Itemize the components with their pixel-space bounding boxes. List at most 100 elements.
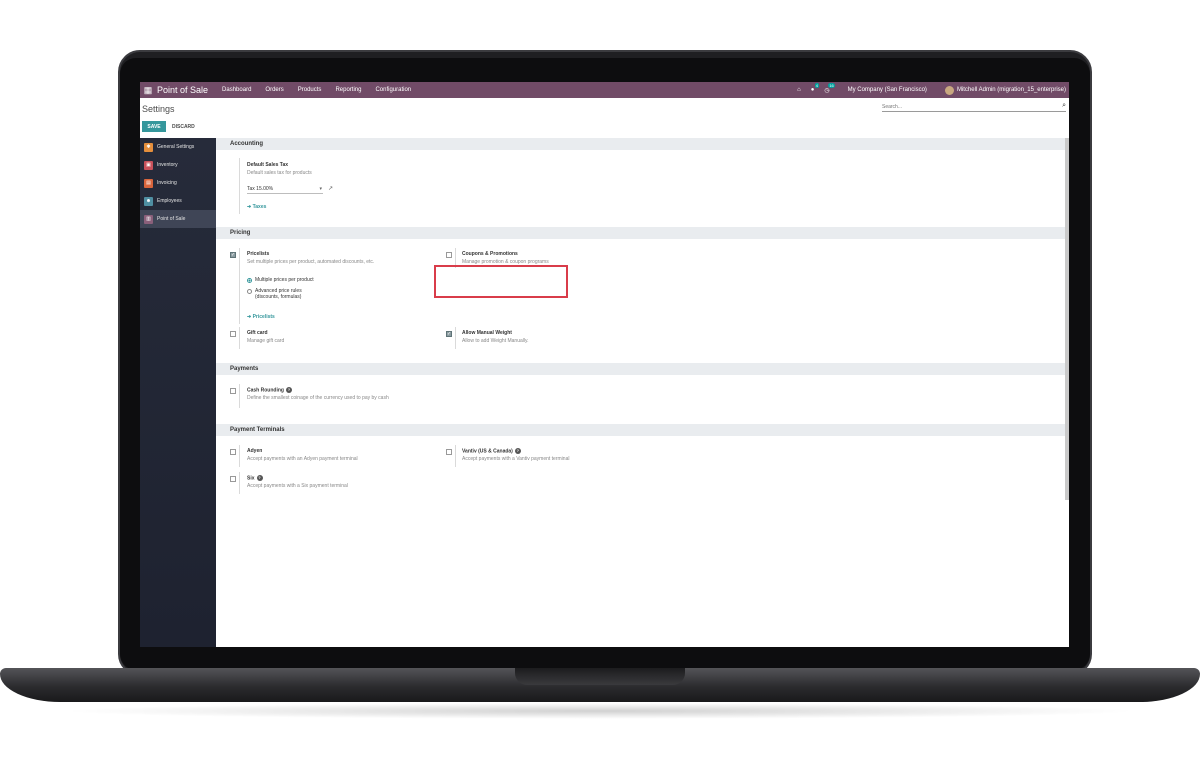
- section-payments: Payments: [216, 363, 1065, 375]
- radio-button[interactable]: [247, 289, 252, 294]
- section-payment-terminals: Payment Terminals: [216, 424, 1065, 436]
- navbar-systray: ⌂ ● 4 ◷ 16 My Company (San Francisco) Mitc…: [787, 82, 1066, 98]
- people-icon: ☻: [144, 196, 153, 206]
- setting-manual-weight: Allow Manual Weight Allow to add Weight …: [462, 330, 529, 344]
- radio-label: Multiple prices per product: [255, 277, 314, 283]
- radio-label: Advanced price rules (discounts, formula…: [255, 288, 302, 300]
- search-icon[interactable]: ⌕: [1062, 102, 1066, 110]
- laptop-notch: [515, 668, 685, 685]
- setting-divider: [239, 384, 240, 408]
- company-switcher[interactable]: My Company (San Francisco): [848, 87, 927, 93]
- discard-button[interactable]: DISCARD: [172, 121, 195, 132]
- setting-help: Allow to add Weight Manually.: [462, 338, 529, 344]
- setting-divider: [239, 327, 240, 349]
- setting-divider: [455, 327, 456, 349]
- activity-badge: 16: [828, 82, 835, 88]
- setting-cash-rounding: Cash Rounding? Define the smallest coina…: [247, 387, 389, 401]
- app-grid-icon[interactable]: ▦: [140, 82, 156, 98]
- avatar: [944, 85, 954, 95]
- user-name: Mitchell Admin (migration_15_enterprise): [956, 87, 1066, 93]
- help-icon[interactable]: ?: [285, 387, 292, 393]
- setting-six: Six? Accept payments with a Six payment …: [247, 475, 348, 489]
- setting-label: Allow Manual Weight: [462, 330, 512, 336]
- sidebar-item-general-settings[interactable]: ✱ General Settings: [140, 138, 216, 156]
- menu-products[interactable]: Products: [298, 87, 322, 93]
- menu-dashboard[interactable]: Dashboard: [222, 87, 251, 93]
- setting-label: Coupons & Promotions: [462, 251, 518, 257]
- setting-adyen: Adyen Accept payments with an Adyen paym…: [247, 448, 358, 462]
- setting-vantiv: Vantiv (US & Canada)? Accept payments wi…: [462, 448, 569, 462]
- radio-button[interactable]: [247, 278, 252, 283]
- radio-label-line2: (discounts, formulas): [255, 294, 302, 300]
- pricelists-link[interactable]: ➔ Pricelists: [247, 314, 275, 320]
- setting-divider: [239, 248, 240, 324]
- six-label: Six: [247, 475, 255, 482]
- setting-default-sales-tax: Default Sales Tax Default sales tax for …: [247, 162, 312, 176]
- user-menu[interactable]: Mitchell Admin (migration_15_enterprise): [944, 85, 1066, 95]
- gift-card-checkbox[interactable]: [230, 331, 236, 337]
- sidebar-item-employees[interactable]: ☻ Employees: [140, 192, 216, 210]
- adyen-checkbox[interactable]: [230, 449, 236, 455]
- sidebar-item-inventory[interactable]: ▣ Inventory: [140, 156, 216, 174]
- sidebar-item-label: Inventory: [157, 162, 178, 168]
- setting-help: Default sales tax for products: [247, 170, 312, 176]
- taxes-link[interactable]: ➔ Taxes: [247, 204, 266, 210]
- setting-label: Six?: [247, 475, 348, 481]
- vantiv-label: Vantiv (US & Canada): [462, 448, 513, 455]
- setting-label: Adyen: [247, 448, 263, 454]
- laptop-shadow: [60, 703, 1140, 719]
- scrollbar[interactable]: [1065, 138, 1069, 500]
- setting-label: Cash Rounding?: [247, 387, 389, 393]
- control-panel: Settings ⌕ SAVE DISCARD: [140, 98, 1069, 138]
- vantiv-checkbox[interactable]: [446, 449, 452, 455]
- external-link-icon[interactable]: ↗: [328, 185, 333, 192]
- screen: ▦ Point of Sale Dashboard Orders Product…: [140, 82, 1069, 647]
- manual-weight-checkbox[interactable]: ✓: [446, 331, 452, 337]
- cash-rounding-checkbox[interactable]: [230, 388, 236, 394]
- setting-label: Vantiv (US & Canada)?: [462, 448, 569, 454]
- menu-orders[interactable]: Orders: [265, 87, 283, 93]
- taxes-link-label: Taxes: [252, 204, 267, 210]
- invoice-icon: ▤: [144, 178, 153, 188]
- help-icon[interactable]: ?: [256, 475, 263, 481]
- menu-configuration[interactable]: Configuration: [375, 87, 411, 93]
- shop-icon: ▥: [144, 214, 153, 224]
- sidebar-item-invoicing[interactable]: ▤ Invoicing: [140, 174, 216, 192]
- settings-content: Accounting Default Sales Tax Default sal…: [216, 138, 1065, 647]
- section-pricing: Pricing: [216, 227, 1065, 239]
- setting-label: Default Sales Tax: [247, 162, 289, 168]
- settings-sidebar: ✱ General Settings ▣ Inventory ▤ Invoici…: [140, 138, 216, 647]
- setting-label: Pricelists: [247, 251, 270, 257]
- setting-help: Accept payments with a Vantiv payment te…: [462, 456, 570, 463]
- default-tax-select[interactable]: Tax 15.00% ▾: [247, 185, 323, 194]
- cash-rounding-label: Cash Rounding: [247, 387, 284, 394]
- menu-reporting[interactable]: Reporting: [335, 87, 361, 93]
- coupons-checkbox[interactable]: [446, 252, 452, 258]
- six-checkbox[interactable]: [230, 476, 236, 482]
- highlight-box: [434, 265, 568, 298]
- save-button[interactable]: SAVE: [142, 121, 166, 132]
- help-icon[interactable]: ?: [514, 448, 521, 454]
- top-navbar: ▦ Point of Sale Dashboard Orders Product…: [140, 82, 1069, 98]
- sidebar-item-point-of-sale[interactable]: ▥ Point of Sale: [140, 210, 216, 228]
- pricelists-checkbox[interactable]: ✓: [230, 252, 236, 258]
- setting-help: Accept payments with an Adyen payment te…: [247, 456, 358, 462]
- setting-coupons: Coupons & Promotions Manage promotion & …: [462, 251, 549, 265]
- setting-help: Manage gift card: [247, 338, 285, 344]
- setting-help: Define the smallest coinage of the curre…: [247, 395, 389, 402]
- setting-gift-card: Gift card Manage gift card: [247, 330, 284, 344]
- chat-icon[interactable]: ● 4: [811, 83, 819, 93]
- setting-divider: [455, 445, 456, 467]
- sidebar-item-label: Invoicing: [157, 180, 177, 186]
- radio-multiple-prices[interactable]: Multiple prices per product: [247, 277, 314, 283]
- home-icon[interactable]: ⌂: [797, 87, 801, 93]
- setting-label: Gift card: [247, 330, 268, 336]
- setting-divider: [239, 472, 240, 494]
- chevron-down-icon: ▾: [319, 186, 322, 192]
- app-brand[interactable]: Point of Sale: [157, 85, 208, 95]
- gear-icon: ✱: [144, 142, 153, 152]
- activity-clock-icon[interactable]: ◷ 16: [824, 82, 835, 94]
- search-input[interactable]: [882, 103, 1052, 110]
- setting-help: Set multiple prices per product, automat…: [247, 259, 375, 265]
- radio-advanced-rules[interactable]: Advanced price rules (discounts, formula…: [247, 288, 302, 300]
